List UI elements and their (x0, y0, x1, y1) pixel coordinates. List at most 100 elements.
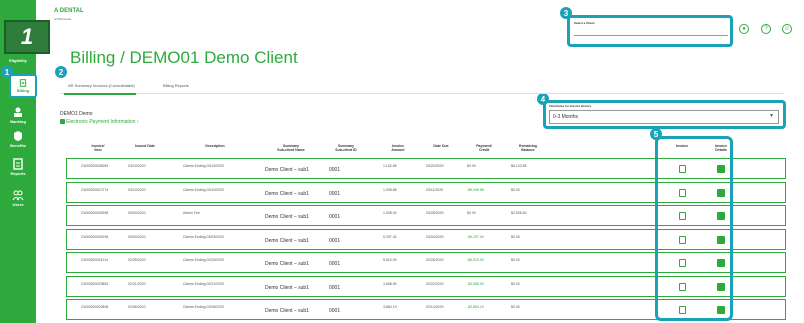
tab-billing-reports[interactable]: Billing Reports (163, 83, 189, 88)
report-icon (13, 158, 23, 170)
cell-sub-name: Demo Client – sub1 (265, 167, 309, 173)
sidebar-item-benefits[interactable]: Benefits (0, 130, 36, 148)
cell-due: 03/20/2020 (426, 164, 444, 168)
help-icon[interactable]: ? (761, 24, 771, 34)
sidebar-item-reports[interactable]: Reports (0, 158, 36, 176)
column-header: Invoice Amount (391, 144, 405, 152)
cell-amount: 5,510.00 (383, 258, 397, 262)
cell-desc: Claims Ending 02/06/2020 (183, 305, 225, 309)
user-icon[interactable]: ☺ (782, 24, 792, 34)
callout-badge: 1 (1, 66, 13, 78)
cell-amount: 3,658.90 (383, 281, 397, 286)
cell-balance: $0.00 (511, 281, 520, 286)
cell-amount: 9,297.04 (383, 234, 397, 239)
cell-sub-id: 0001 (329, 237, 341, 244)
cell-due: 03/28/2020 (426, 211, 444, 215)
column-header: Summary Sub-client Name (277, 144, 305, 152)
cell-issued: 02/21/2020 (128, 281, 146, 286)
cell-invoice: CW00000023853 (81, 281, 109, 286)
cell-invoice: CW00000024114 (81, 258, 108, 262)
sidebar-item-label: Billing (16, 88, 30, 93)
cell-issued: 02/25/2020 (128, 258, 146, 262)
cell-desc: Claims Ending 02/21/2020 (183, 281, 225, 286)
timeframe-select[interactable]: 0-3 Months (549, 110, 779, 124)
cell-balance: $2,505.60 (511, 211, 527, 215)
sidebar-item-eligibility[interactable]: Eligibility (0, 57, 36, 63)
callout-badge: 2 (55, 66, 67, 78)
cell-payment: -$5,510.00 (467, 258, 484, 262)
invoice-columns-highlight (655, 136, 733, 321)
cell-due: 03/11/2020 (426, 187, 444, 192)
users-icon (12, 190, 24, 201)
document-icon (19, 79, 27, 87)
cell-payment: -$3,658.90 (467, 281, 484, 286)
cell-sub-name: Demo Client – sub1 (265, 190, 309, 197)
column-header: Summary Sub-client ID (335, 144, 357, 152)
client-select-input[interactable] (574, 26, 728, 36)
tab-bar: AR Summary Invoices (Consolidated) Billi… (60, 80, 784, 95)
sidebar-item-label: Eligibility (9, 58, 27, 63)
cell-sub-id: 0001 (329, 308, 341, 314)
cell-balance: $0.00 (511, 305, 520, 309)
tab-ar-summary[interactable]: AR Summary Invoices (Consolidated) (68, 83, 135, 88)
cell-desc: Claims Ending 03/19/2020 (183, 164, 225, 168)
cell-sub-id: 0001 (329, 214, 341, 220)
cell-balance: $0.00 (511, 187, 520, 192)
cell-payment: $0.00 (467, 164, 476, 168)
cell-due: 02/26/2020 (426, 258, 444, 262)
cell-invoice: CW00000025398 (81, 211, 109, 215)
step-marker: 1 (4, 20, 50, 54)
cell-invoice: CW00000020808 (81, 305, 109, 309)
sidebar-item-label: Banking (10, 119, 26, 124)
sidebar-item-label: Reports (10, 171, 26, 176)
cell-due: 02/14/2020 (426, 305, 444, 309)
cell-sub-name: Demo Client – sub1 (265, 237, 309, 244)
cell-issued: 03/03/2020 (128, 211, 146, 215)
cell-payment: $0.00 (467, 211, 476, 215)
cell-payment: -$9,297.04 (467, 234, 484, 239)
cell-invoice: CW00000028053 (81, 164, 109, 168)
sidebar-item-label: Benefits (10, 143, 26, 148)
cell-desc: Admin Fee (183, 211, 200, 215)
sidebar-item-banking[interactable]: Banking (0, 106, 36, 124)
cell-invoice: CW00000027274 (81, 187, 109, 192)
column-header: Invoice/ Item (91, 144, 105, 152)
cell-payment: -$3,884.19 (467, 305, 484, 309)
page-title: Billing / DEMO01 Demo Client (70, 48, 298, 67)
cell-balance: $0.00 (511, 234, 520, 239)
bank-icon (14, 107, 22, 117)
cell-amount: 1,098.88 (383, 187, 397, 192)
column-header: Issued Date (135, 144, 155, 148)
cell-amount: 3,884.19 (383, 305, 397, 309)
cell-issued: 03/03/2020 (128, 234, 146, 239)
cell-desc: Claims Ending 02/25/2020 (183, 258, 225, 262)
support-icon[interactable]: ● (739, 24, 749, 34)
cell-sub-name: Demo Client – sub1 (265, 308, 309, 314)
chevron-down-icon[interactable]: ▼ (769, 113, 774, 119)
cell-sub-name: Demo Client – sub1 (265, 261, 309, 267)
cell-sub-id: 0001 (329, 190, 341, 197)
cell-amount: 1,908.00 (383, 211, 397, 215)
cell-issued: 02/06/2020 (128, 305, 146, 309)
brand-subtitle: of Minnesota (54, 17, 72, 21)
sidebar-item-label: Users (12, 202, 24, 207)
sidebar-item-users[interactable]: Users (0, 189, 36, 207)
client-select-label: Select a Client (574, 21, 595, 25)
column-header: Description (205, 144, 225, 148)
brand-logo: A DENTAL (54, 8, 84, 14)
cell-due: 02/22/2020 (426, 281, 444, 286)
cell-amount: 1,102.85 (383, 164, 397, 168)
cell-sub-name: Demo Client – sub1 (265, 284, 309, 291)
payment-info-link[interactable]: Electronic Payment Information › (60, 119, 139, 125)
cell-sub-id: 0001 (329, 167, 341, 173)
column-header: Date Due (433, 144, 449, 148)
cell-invoice: CW00000025298 (81, 234, 109, 239)
cell-sub-name: Demo Client – sub1 (265, 214, 309, 220)
cell-desc: Claims Ending 03/03/2020 (183, 234, 225, 239)
column-header: Remaining Balance (519, 144, 537, 152)
lock-icon (60, 119, 65, 125)
sidebar-item-billing[interactable]: Billing (9, 74, 37, 98)
cell-desc: Claims Ending 03/10/2020 (183, 187, 225, 192)
cell-payment: -$5,098.88 (467, 187, 484, 192)
payment-info-label: Electronic Payment Information (66, 119, 136, 125)
